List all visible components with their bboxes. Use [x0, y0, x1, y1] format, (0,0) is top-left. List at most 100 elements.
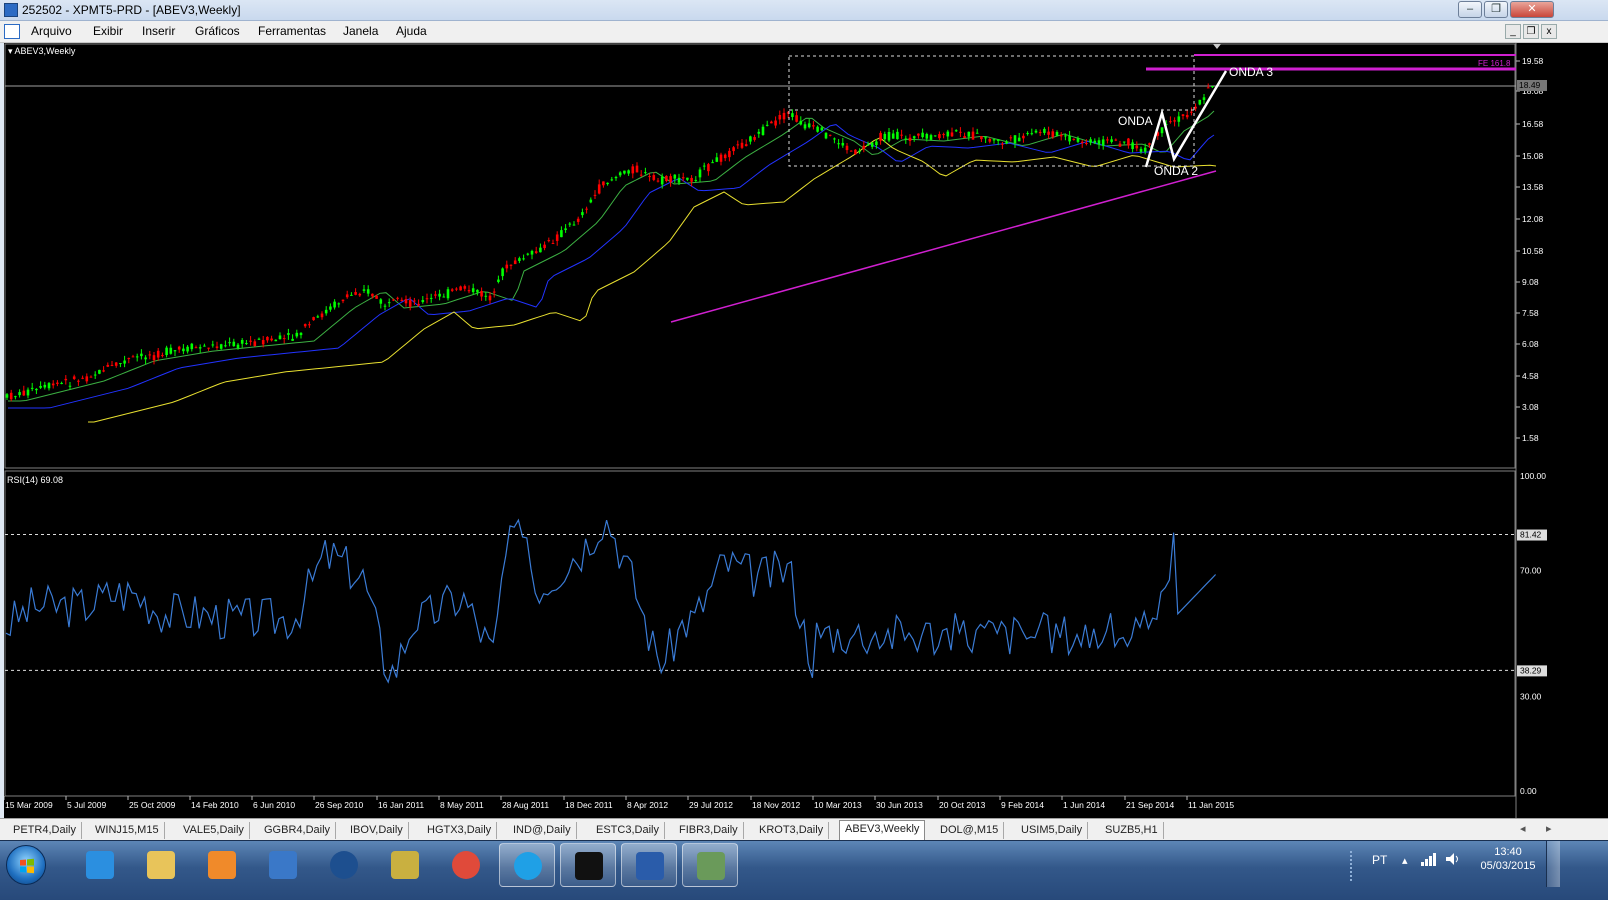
maximize-button[interactable]: ❐ — [1484, 1, 1508, 18]
tab-fibr3-daily[interactable]: FIBR3,Daily — [674, 822, 744, 839]
candle-body — [81, 377, 84, 379]
candle-body — [316, 316, 320, 318]
mdi-restore-button[interactable]: ❐ — [1523, 24, 1539, 39]
volume-icon[interactable] — [1444, 852, 1462, 866]
candle-body — [282, 338, 286, 340]
minimize-button[interactable]: – — [1458, 1, 1482, 18]
tab-suzb5-h1[interactable]: SUZB5,H1 — [1100, 822, 1164, 839]
taskbar-mt5-terminal-button[interactable] — [255, 843, 311, 887]
candle-body — [211, 344, 215, 346]
candle-body — [1085, 143, 1088, 145]
candle-body — [807, 123, 811, 128]
tab-ind-daily[interactable]: IND@,Daily — [508, 822, 577, 839]
price-chart[interactable]: FE 161.8ONDAONDA 2ONDA 3 19.5818.0816.58… — [4, 43, 1608, 818]
candle-body — [26, 389, 30, 396]
mdi-close-button[interactable]: x — [1541, 24, 1557, 39]
tab-dol-m15[interactable]: DOL@,M15 — [935, 822, 1005, 839]
wave-zigzag — [1144, 70, 1228, 168]
candle-body — [1080, 141, 1084, 143]
tab-scroll-left-icon[interactable]: ◂ — [1520, 822, 1526, 835]
candle-body — [43, 384, 47, 388]
taskbar-word-button[interactable] — [621, 843, 677, 887]
taskbar-chart-app-button[interactable] — [682, 843, 738, 887]
show-desktop-button[interactable] — [1546, 841, 1560, 887]
candle-body — [1110, 139, 1113, 142]
tab-petr4-daily[interactable]: PETR4,Daily — [8, 822, 82, 839]
menu-graficos[interactable]: Gráficos — [195, 24, 240, 38]
taskbar-file-explorer-button[interactable] — [133, 843, 189, 887]
candle-body — [715, 157, 719, 162]
candle-body — [303, 324, 307, 327]
candle-body — [350, 294, 353, 296]
tab-hgtx3-daily[interactable]: HGTX3,Daily — [422, 822, 498, 839]
chart-window[interactable]: FE 161.8ONDAONDA 2ONDA 3 19.5818.0816.58… — [4, 43, 1608, 818]
taskbar-chrome-button[interactable] — [438, 843, 494, 887]
system-clock[interactable]: 13:40 05/03/2015 — [1478, 845, 1538, 873]
candle-body — [845, 145, 849, 151]
tray-expand-icon[interactable]: ▴ — [1402, 854, 1408, 867]
candle-body — [455, 288, 458, 290]
candle-body — [576, 218, 580, 222]
candle-body — [152, 355, 156, 361]
candle-body — [921, 132, 924, 138]
candle-body — [93, 374, 97, 376]
taskbar-xp-investimentos-button[interactable] — [560, 843, 616, 887]
candle-body — [156, 350, 160, 358]
tab-krot3-daily[interactable]: KROT3,Daily — [754, 822, 830, 839]
candle-body — [39, 385, 42, 388]
candle-body — [1185, 114, 1189, 118]
candle-body — [656, 180, 660, 182]
tab-vale5-daily[interactable]: VALE5,Daily — [178, 822, 250, 839]
candle-body — [929, 135, 933, 140]
menu-ferramentas[interactable]: Ferramentas — [258, 24, 326, 38]
close-button[interactable]: ✕ — [1510, 1, 1554, 18]
candle-body — [719, 154, 723, 162]
menu-ajuda[interactable]: Ajuda — [396, 24, 427, 38]
document-icon[interactable] — [4, 24, 20, 39]
candle-body — [765, 124, 769, 126]
tab-ggbr4-daily[interactable]: GGBR4,Daily — [259, 822, 337, 839]
candle-body — [581, 212, 584, 216]
taskbar-skype-button[interactable] — [499, 843, 555, 887]
candle-body — [723, 154, 727, 159]
tab-estc3-daily[interactable]: ESTC3,Daily — [591, 822, 665, 839]
tab-usim5-daily[interactable]: USIM5,Daily — [1016, 822, 1089, 839]
taskbar-media-player-button[interactable] — [194, 843, 250, 887]
language-indicator[interactable]: PT — [1372, 853, 1387, 867]
time-axis-label: 18 Dec 2011 — [565, 800, 613, 810]
tab-abev3-weekly[interactable]: ABEV3,Weekly — [839, 820, 926, 840]
taskbar-file-manager-button[interactable] — [377, 843, 433, 887]
candle-body — [736, 144, 740, 146]
candle-body — [68, 385, 72, 387]
candle-body — [362, 289, 366, 291]
candle-body — [560, 230, 563, 238]
tab-winj15-m15[interactable]: WINJ15,M15 — [90, 822, 165, 839]
candle-body — [224, 345, 227, 347]
candle-body — [434, 294, 437, 296]
taskbar-internet-explorer-button[interactable] — [72, 843, 128, 887]
candle-body — [219, 344, 223, 349]
menu-exibir[interactable]: Exibir — [93, 24, 123, 38]
start-button[interactable] — [6, 845, 46, 885]
candle-body — [555, 234, 559, 241]
candle-body — [933, 135, 937, 137]
candle-body — [870, 142, 874, 147]
candle-body — [85, 376, 89, 382]
time-axis-label: 8 May 2011 — [440, 800, 484, 810]
menu-arquivo[interactable]: Arquivo — [31, 24, 72, 38]
network-signal-icon[interactable] — [1420, 852, 1438, 866]
candle-body — [383, 305, 387, 307]
candle-body — [862, 145, 866, 149]
menu-inserir[interactable]: Inserir — [142, 24, 175, 38]
candle-body — [492, 291, 496, 293]
tab-ibov-daily[interactable]: IBOV,Daily — [345, 822, 409, 839]
candle-body — [480, 291, 483, 297]
candle-body — [501, 268, 504, 277]
candle-body — [114, 362, 118, 366]
tab-scroll-right-icon[interactable]: ▸ — [1546, 822, 1552, 835]
current-price-label: 18.49 — [1519, 80, 1541, 90]
candle-body — [1059, 134, 1063, 137]
menu-janela[interactable]: Janela — [343, 24, 378, 38]
taskbar-hp-utility-button[interactable] — [316, 843, 372, 887]
mdi-minimize-button[interactable]: _ — [1505, 24, 1521, 39]
